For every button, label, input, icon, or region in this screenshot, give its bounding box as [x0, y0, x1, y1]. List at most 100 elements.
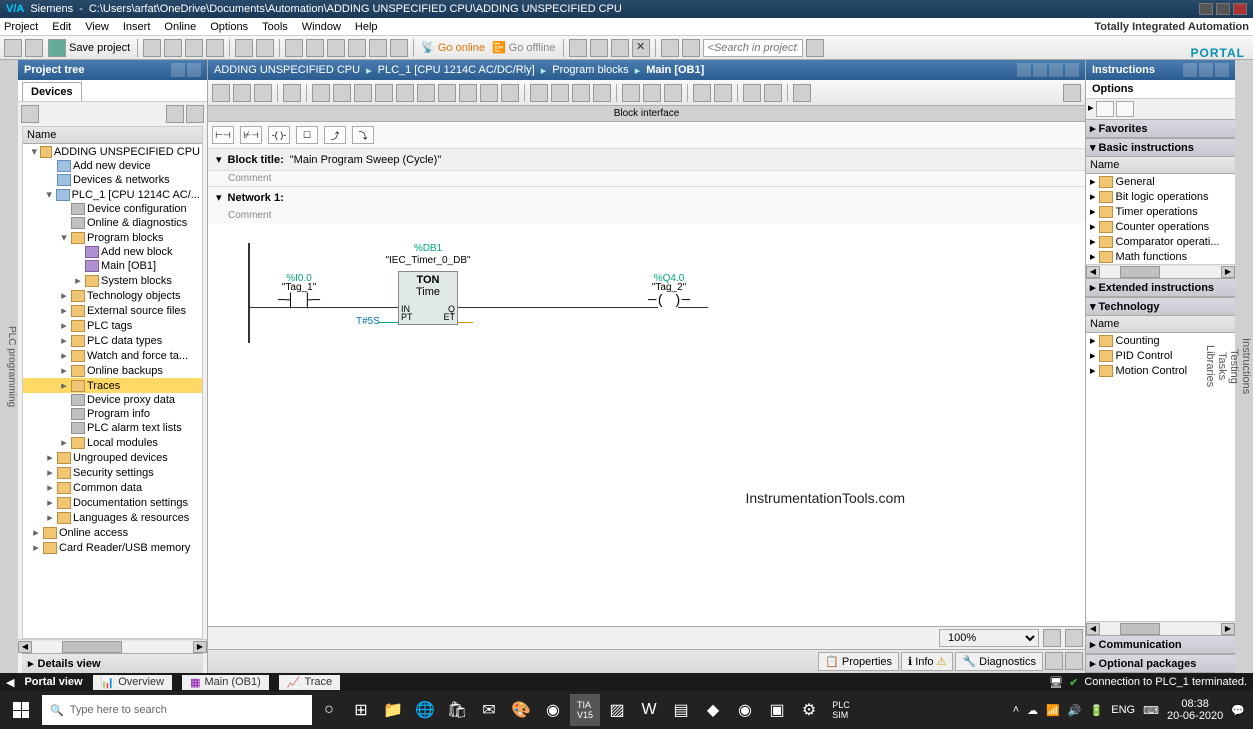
tree-item[interactable]: Online & diagnostics [23, 216, 202, 230]
cloud-icon[interactable]: ☁ [1027, 704, 1038, 717]
panel-pin-icon[interactable] [171, 63, 185, 77]
tree-toggle-icon[interactable]: ▸ [59, 349, 69, 362]
word-icon[interactable]: W [634, 694, 664, 726]
editor-close-icon[interactable] [1065, 63, 1079, 77]
status-tab-main[interactable]: ▦ Main (OB1) [182, 675, 269, 690]
go-offline-button[interactable]: 📴 Go offline [490, 39, 558, 56]
chevron-right-icon[interactable]: ▸ [1088, 101, 1094, 117]
ed-tool-23[interactable] [714, 84, 732, 102]
tool-icon-4[interactable] [569, 39, 587, 57]
zoom-out-icon[interactable] [1043, 629, 1061, 647]
ed-tool-19[interactable] [622, 84, 640, 102]
tab-extra-2[interactable] [1065, 652, 1083, 670]
lad-branch2-icon[interactable]: ⤵ [352, 126, 374, 144]
maximize-button[interactable] [1216, 3, 1230, 15]
breadcrumb-item[interactable]: ADDING UNSPECIFIED CPU [214, 64, 360, 76]
tree-toggle-icon[interactable]: ▸ [45, 451, 55, 464]
lad-box-icon[interactable]: ☐ [296, 126, 318, 144]
scroll-left-icon[interactable]: ◀ [1086, 623, 1100, 635]
timer-block[interactable]: TON Time IN Q PT ET [398, 271, 458, 325]
app-icon-4[interactable]: ▣ [762, 694, 792, 726]
undo-icon[interactable] [235, 39, 253, 57]
tree-item[interactable]: Device configuration [23, 202, 202, 216]
tree-item[interactable]: ▸External source files [23, 303, 202, 318]
side-tab-instructions[interactable]: Instructions [1240, 74, 1252, 659]
tool-icon-x[interactable]: ✕ [632, 39, 650, 57]
portal-view-button[interactable]: Portal view [24, 676, 82, 688]
editor-max-icon[interactable] [1049, 63, 1063, 77]
ed-tool-5[interactable] [312, 84, 330, 102]
taskbar-search[interactable]: 🔍 Type here to search [42, 695, 312, 725]
tree-item[interactable]: ▸Watch and force ta... [23, 348, 202, 363]
tree-view-icon-2[interactable] [186, 105, 204, 123]
tree-item[interactable]: ▸PLC tags [23, 318, 202, 333]
search-lock-icon[interactable] [806, 39, 824, 57]
tree-item[interactable]: Program info [23, 407, 202, 421]
ed-tool-24[interactable] [743, 84, 761, 102]
ed-tool-21[interactable] [664, 84, 682, 102]
edge-icon[interactable]: 🌐 [410, 694, 440, 726]
scroll-left-icon[interactable]: ◀ [1086, 266, 1100, 278]
ed-tool-17[interactable] [572, 84, 590, 102]
project-search-input[interactable] [703, 39, 803, 57]
app-icon-1[interactable]: ▨ [602, 694, 632, 726]
tree-toggle-icon[interactable]: ▾ [44, 188, 54, 201]
tree-scrollbar[interactable]: ◀ ▶ [18, 639, 207, 653]
tool-icon-6[interactable] [611, 39, 629, 57]
upload-icon[interactable] [327, 39, 345, 57]
ed-tool-18[interactable] [593, 84, 611, 102]
tree-toggle-icon[interactable]: ▸ [59, 289, 69, 302]
paste-icon[interactable] [185, 39, 203, 57]
tree-toggle-icon[interactable]: ▸ [59, 436, 69, 449]
tool-icon-7[interactable] [661, 39, 679, 57]
tech-scrollbar[interactable]: ◀ ▶ [1086, 621, 1235, 635]
tool-icon-8[interactable] [682, 39, 700, 57]
ed-tool-4[interactable] [283, 84, 301, 102]
open-icon[interactable] [25, 39, 43, 57]
task-view-icon[interactable]: ⊞ [346, 694, 376, 726]
scroll-left-icon[interactable]: ◀ [18, 641, 32, 653]
chrome-icon[interactable]: ◉ [538, 694, 568, 726]
block-title-value[interactable]: "Main Program Sweep (Cycle)" [290, 154, 441, 166]
ed-tool-2[interactable] [233, 84, 251, 102]
lad-coil-icon[interactable]: -( )- [268, 126, 290, 144]
tab-info[interactable]: ℹ Info ⚠ [901, 652, 953, 671]
copy-icon[interactable] [164, 39, 182, 57]
teamviewer-icon[interactable]: ◉ [730, 694, 760, 726]
ed-tool-12[interactable] [459, 84, 477, 102]
ed-tool-22[interactable] [693, 84, 711, 102]
ladder-canvas[interactable]: %DB1 "IEC_Timer_0_DB" %I0.0 "Tag_1" ─┤ ├… [208, 223, 1085, 626]
tree-item[interactable]: PLC alarm text lists [23, 421, 202, 435]
minimize-button[interactable] [1199, 3, 1213, 15]
ed-tool-15[interactable] [530, 84, 548, 102]
cut-icon[interactable] [143, 39, 161, 57]
tree-toggle-icon[interactable]: ▾ [30, 145, 38, 158]
new-icon[interactable] [4, 39, 22, 57]
tree-item[interactable]: ▸Online access [23, 525, 202, 540]
breadcrumb-item[interactable]: Main [OB1] [646, 64, 704, 76]
tray-chevron-icon[interactable]: ˄ [1013, 704, 1019, 716]
ed-tool-13[interactable] [480, 84, 498, 102]
battery-icon[interactable]: 🔋 [1090, 704, 1104, 717]
instr-pin-icon[interactable] [1183, 63, 1197, 77]
redo-icon[interactable] [256, 39, 274, 57]
lad-branch-icon[interactable]: ⤴ [324, 126, 346, 144]
tree-item[interactable]: ▸System blocks [23, 273, 202, 288]
ed-tool-7[interactable] [354, 84, 372, 102]
tree-toggle-icon[interactable]: ▸ [59, 319, 69, 332]
output-coil[interactable]: %Q4.0 "Tag_2" ─( )─ [648, 299, 690, 309]
ed-tool-9[interactable] [396, 84, 414, 102]
collapse-icon[interactable]: ▾ [216, 191, 222, 204]
side-tab-testing[interactable]: Testing [1228, 74, 1240, 659]
tree-toggle-icon[interactable]: ▸ [59, 304, 69, 317]
notifications-icon[interactable]: 💬 [1231, 704, 1245, 717]
tree-toggle-icon[interactable]: ▸ [45, 511, 55, 524]
opt-icon-1[interactable] [1096, 101, 1114, 117]
cortana-icon[interactable]: ○ [314, 694, 344, 726]
ed-tool-10[interactable] [417, 84, 435, 102]
tree-toggle-icon[interactable]: ▸ [31, 541, 41, 554]
clock[interactable]: 08:38 20-06-2020 [1167, 698, 1223, 722]
ed-tool-14[interactable] [501, 84, 519, 102]
db-address[interactable]: %DB1 [388, 243, 468, 254]
tool-icon-2[interactable] [369, 39, 387, 57]
